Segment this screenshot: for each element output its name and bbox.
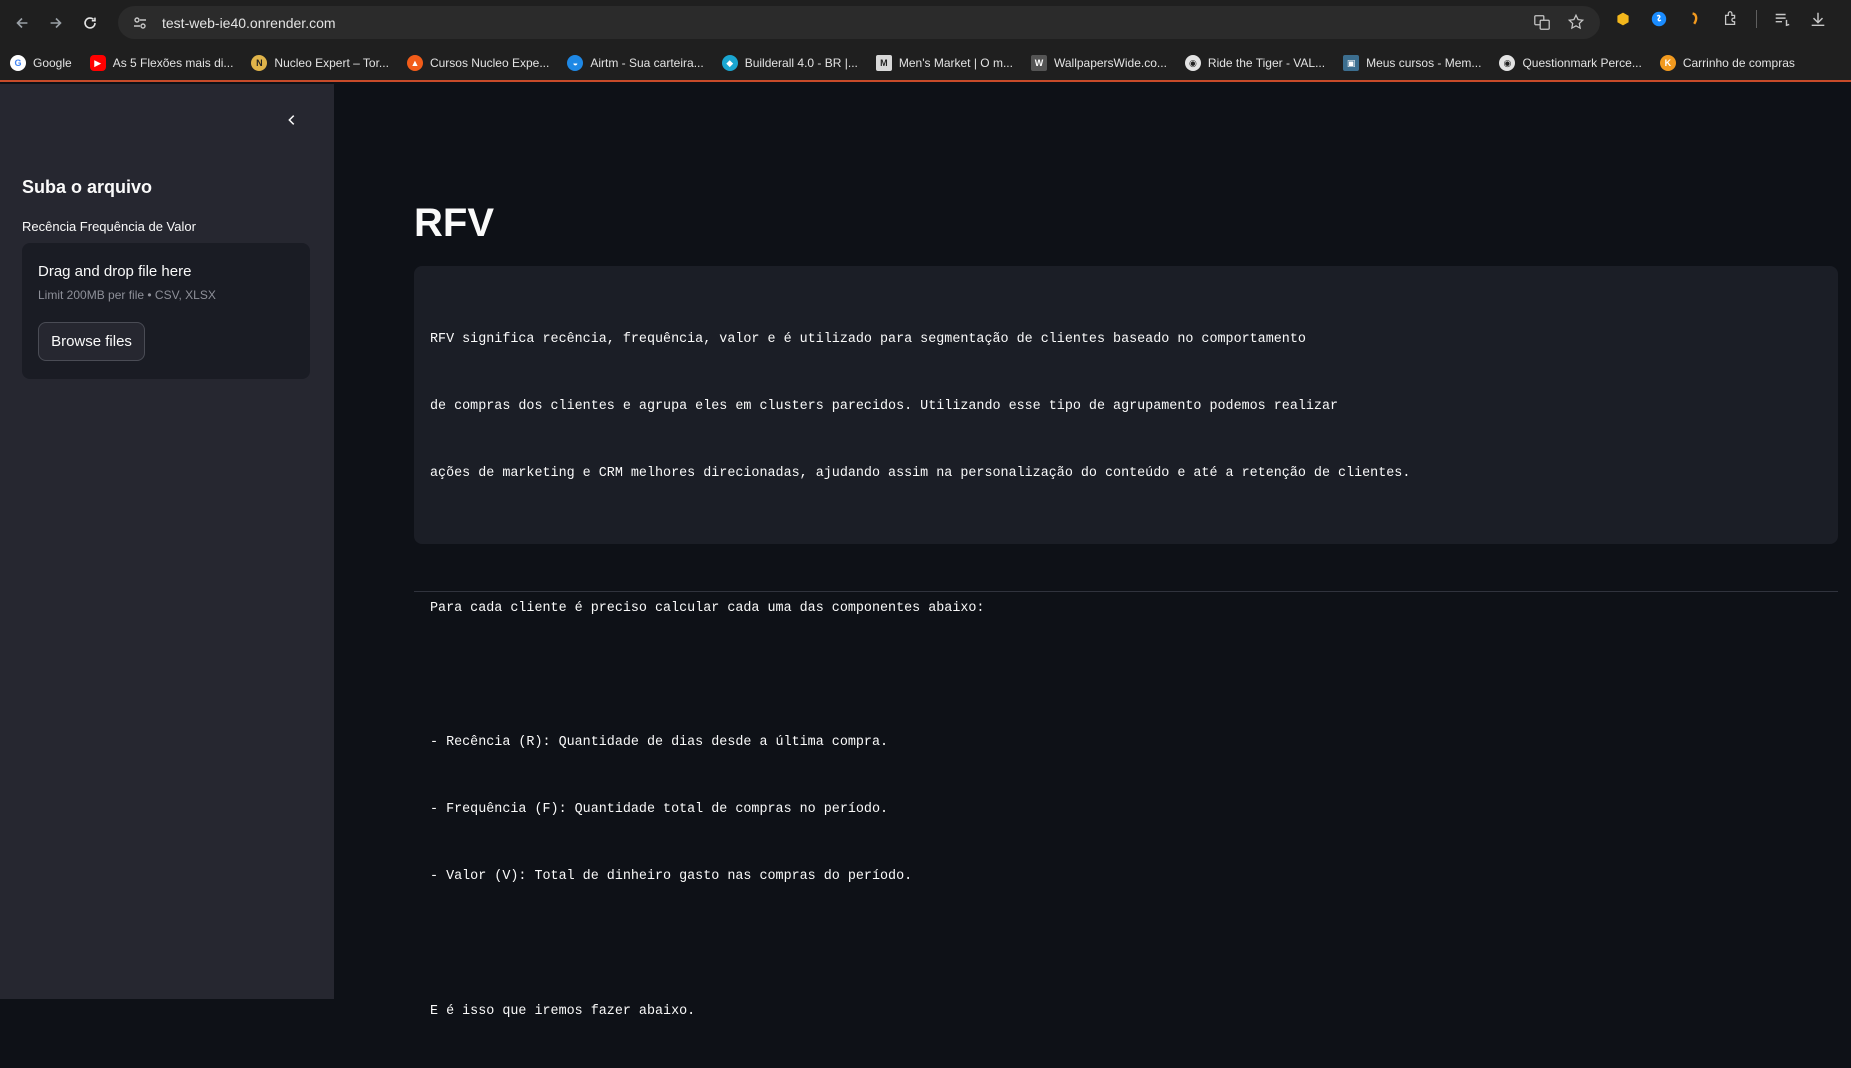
bookmark-item[interactable]: N Nucleo Expert – Tor... xyxy=(251,55,389,71)
arrow-right-icon xyxy=(50,17,62,29)
dropzone-title: Drag and drop file here xyxy=(38,263,192,280)
airtm-icon: ◒ xyxy=(567,55,584,71)
code-line: E é isso que iremos fazer abaixo. xyxy=(430,1003,696,1019)
browser-toolbar: test-web-ie40.onrender.com xyxy=(0,0,1851,46)
chevron-left-icon xyxy=(288,115,295,125)
code-block: RFV significa recência, frequência, valo… xyxy=(414,266,1838,1019)
bookmark-label: As 5 Flexões mais di... xyxy=(112,56,234,70)
nucleo-icon: N xyxy=(251,55,268,71)
course-icon: ▣ xyxy=(1343,55,1360,71)
site-info-icon[interactable] xyxy=(130,13,150,33)
bookmark-label: Ride the Tiger - VAL... xyxy=(1207,56,1326,70)
shazam-extension-icon[interactable] xyxy=(1648,8,1670,30)
toolbar-separator xyxy=(1756,10,1757,28)
code-line: - Recência (R): Quantidade de dias desde… xyxy=(430,735,889,751)
media-queue-icon[interactable] xyxy=(1771,8,1793,30)
orange-extension-icon[interactable] xyxy=(1684,8,1706,30)
cube-extension-icon[interactable] xyxy=(1612,8,1634,30)
flame-icon: ▲ xyxy=(406,55,423,71)
reload-icon xyxy=(84,17,96,29)
bookmark-item[interactable]: ◆ Builderall 4.0 - BR |... xyxy=(721,55,858,71)
bookmark-label: Carrinho de compras xyxy=(1682,56,1795,70)
bookmark-label: Nucleo Expert – Tor... xyxy=(274,56,389,70)
bookmark-item[interactable]: ◉ Ride the Tiger - VAL... xyxy=(1184,55,1326,71)
address-bar[interactable]: test-web-ie40.onrender.com xyxy=(118,6,1600,39)
browse-files-button[interactable]: Browse files xyxy=(38,322,145,361)
code-line: - Frequência (F): Quantidade total de co… xyxy=(430,802,889,818)
globe-icon: ◉ xyxy=(1184,55,1201,71)
forward-button[interactable] xyxy=(42,9,70,37)
google-icon: G xyxy=(10,55,26,71)
code-line: ações de marketing e CRM melhores direci… xyxy=(430,466,1411,482)
file-dropzone[interactable]: Drag and drop file here Limit 200MB per … xyxy=(22,243,310,379)
mensmarket-icon: M xyxy=(875,55,892,71)
bookmark-label: WallpapersWide.co... xyxy=(1053,56,1167,70)
code-line: de compras dos clientes e agrupa eles em… xyxy=(430,399,1339,415)
translate-icon[interactable] xyxy=(1532,12,1552,32)
bookmark-item[interactable]: G Google xyxy=(10,55,72,71)
extensions-area xyxy=(1612,8,1829,30)
back-button[interactable] xyxy=(8,9,36,37)
bookmark-item[interactable]: W WallpapersWide.co... xyxy=(1030,55,1167,71)
code-line: RFV significa recência, frequência, valo… xyxy=(430,331,1306,347)
bookmark-item[interactable]: ◒ Airtm - Sua carteira... xyxy=(567,55,704,71)
bookmark-label: Questionmark Perce... xyxy=(1522,56,1642,70)
bookmark-item[interactable]: ▲ Cursos Nucleo Expe... xyxy=(406,55,550,71)
bookmark-label: Airtm - Sua carteira... xyxy=(590,56,704,70)
divider xyxy=(414,591,1838,592)
main-content: RFV RFV significa recência, frequência, … xyxy=(334,84,1851,1019)
bookmark-item[interactable]: K Carrinho de compras xyxy=(1659,55,1795,71)
bookmark-item[interactable]: ▣ Meus cursos - Mem... xyxy=(1343,55,1481,71)
sidebar-title: Suba o arquivo xyxy=(22,177,153,197)
browser-chrome: test-web-ie40.onrender.com G Google ▶ As… xyxy=(0,0,1851,82)
bookmark-item[interactable]: ◉ Questionmark Perce... xyxy=(1499,55,1642,71)
code-line: - Valor (V): Total de dinheiro gasto nas… xyxy=(430,869,913,885)
bookmark-label: Google xyxy=(33,56,72,70)
arrow-left-icon xyxy=(16,17,28,29)
bookmark-item[interactable]: M Men's Market | O m... xyxy=(875,55,1013,71)
puzzle-extensions-icon[interactable] xyxy=(1720,8,1742,30)
bookmark-label: Cursos Nucleo Expe... xyxy=(429,56,550,70)
bookmark-label: Meus cursos - Mem... xyxy=(1366,56,1482,70)
code-line: Para cada cliente é preciso calcular cad… xyxy=(430,600,985,616)
sidebar: Suba o arquivo Recência Frequência de Va… xyxy=(0,84,334,999)
youtube-icon: ▶ xyxy=(89,55,106,71)
bookmarks-bar: G Google ▶ As 5 Flexões mais di... N Nucleo… xyxy=(0,46,1851,82)
bookmark-label: Builderall 4.0 - BR |... xyxy=(744,56,858,70)
wallpaperswide-icon: W xyxy=(1030,55,1047,71)
builderall-icon: ◆ xyxy=(721,55,738,71)
star-icon[interactable] xyxy=(1566,12,1586,32)
uploader-label: Recência Frequência de Valor xyxy=(22,219,196,234)
collapse-sidebar-button[interactable] xyxy=(282,110,302,130)
globe-icon: ◉ xyxy=(1499,55,1516,71)
k-icon: K xyxy=(1659,55,1676,71)
reload-button[interactable] xyxy=(76,9,104,37)
bookmark-item[interactable]: ▶ As 5 Flexões mais di... xyxy=(89,55,234,71)
page-title: RFV xyxy=(414,201,494,245)
bookmark-label: Men's Market | O m... xyxy=(898,56,1013,70)
dropzone-limit: Limit 200MB per file • CSV, XLSX xyxy=(38,288,216,302)
url-text[interactable]: test-web-ie40.onrender.com xyxy=(162,15,336,31)
download-icon[interactable] xyxy=(1807,8,1829,30)
